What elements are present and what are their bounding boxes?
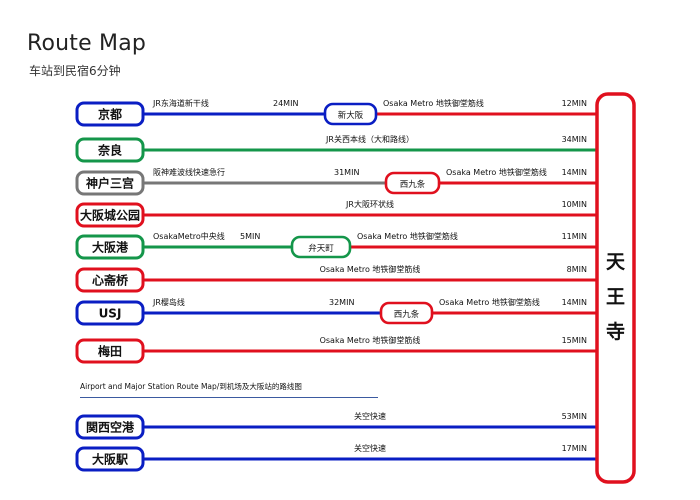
travel-time-label: 14MIN bbox=[562, 168, 587, 177]
line-name-label: Osaka Metro 地铁御堂筋线 bbox=[320, 335, 421, 345]
travel-time-label: 15MIN bbox=[562, 336, 587, 345]
origin-station: 奈良 bbox=[75, 137, 145, 163]
transfer-station-label: 西九条 bbox=[400, 179, 426, 190]
travel-time-label: 53MIN bbox=[562, 412, 587, 421]
origin-station-label: 梅田 bbox=[98, 344, 122, 359]
line-name-label: 关空快速 bbox=[354, 411, 386, 421]
origin-station: 京都 bbox=[75, 101, 145, 127]
transfer-station: 新大阪 bbox=[323, 102, 378, 126]
line-name-label: 阪神难波线快速急行 bbox=[153, 167, 225, 177]
origin-station: USJ bbox=[75, 300, 145, 326]
travel-time-label: 10MIN bbox=[562, 200, 587, 209]
travel-time-label: 12MIN bbox=[562, 99, 587, 108]
transfer-station: 弁天町 bbox=[290, 235, 352, 259]
travel-time-label: 31MIN bbox=[334, 168, 359, 177]
origin-station: 梅田 bbox=[75, 338, 145, 364]
transfer-station-label: 新大阪 bbox=[338, 110, 364, 121]
destination-label-char: 天 bbox=[606, 251, 626, 273]
route-lines bbox=[143, 112, 598, 461]
destination-label-char: 寺 bbox=[606, 321, 625, 343]
transfer-station-label: 西九条 bbox=[394, 309, 420, 320]
travel-time-label: 5MIN bbox=[240, 232, 260, 241]
transfer-station-label: 弁天町 bbox=[308, 243, 334, 254]
line-name-label: 关空快速 bbox=[354, 443, 386, 453]
origin-station-label: 関西空港 bbox=[86, 420, 135, 435]
destination-label-char: 王 bbox=[606, 286, 625, 308]
line-name-label: OsakaMetro中央线 bbox=[153, 231, 225, 241]
line-name-label: Osaka Metro 地铁御堂筋线 bbox=[446, 167, 547, 177]
travel-time-label: 14MIN bbox=[562, 298, 587, 307]
station-boxes: 新大阪京都奈良西九条神户三宫大阪城公园弁天町大阪港心斋桥西九条USJ梅田関西空港… bbox=[75, 92, 636, 484]
line-name-label: Osaka Metro 地铁御堂筋线 bbox=[439, 297, 540, 307]
origin-station-label: 神户三宫 bbox=[86, 176, 134, 191]
origin-station-label: 大阪港 bbox=[92, 240, 129, 255]
origin-station-label: 京都 bbox=[98, 107, 122, 122]
origin-station-label: 心斋桥 bbox=[92, 273, 129, 288]
origin-station-label: 奈良 bbox=[97, 143, 122, 158]
origin-station: 大阪城公园 bbox=[75, 202, 145, 228]
origin-station: 大阪港 bbox=[75, 234, 145, 260]
travel-time-label: 32MIN bbox=[329, 298, 354, 307]
travel-time-label: 24MIN bbox=[273, 99, 298, 108]
route-diagram: JR东海道新干线 24MIN Osaka Metro 地铁御堂筋线 12MIN JR关西… bbox=[75, 92, 636, 484]
line-name-label: Osaka Metro 地铁御堂筋线 bbox=[383, 98, 484, 108]
origin-station: 大阪駅 bbox=[75, 446, 145, 472]
origin-station-label: 大阪駅 bbox=[92, 452, 129, 467]
travel-time-label: 17MIN bbox=[562, 444, 587, 453]
line-name-label: JR樱岛线 bbox=[152, 297, 185, 307]
travel-time-label: 34MIN bbox=[562, 135, 587, 144]
origin-station: 神户三宫 bbox=[75, 170, 145, 196]
line-name-label: Osaka Metro 地铁御堂筋线 bbox=[357, 231, 458, 241]
line-name-label: Osaka Metro 地铁御堂筋线 bbox=[320, 264, 421, 274]
origin-station-label: 大阪城公园 bbox=[80, 208, 140, 223]
destination-station: 天王寺 bbox=[595, 92, 636, 484]
line-name-label: JR大阪环状线 bbox=[345, 199, 394, 209]
transfer-station: 西九条 bbox=[379, 301, 434, 325]
origin-station: 心斋桥 bbox=[75, 267, 145, 293]
travel-time-label: 8MIN bbox=[567, 265, 587, 274]
line-name-label: JR关西本线（大和路线） bbox=[325, 134, 414, 144]
travel-time-label: 11MIN bbox=[562, 232, 587, 241]
line-name-label: JR东海道新干线 bbox=[152, 98, 209, 108]
origin-station: 関西空港 bbox=[75, 414, 145, 440]
origin-station-label: USJ bbox=[99, 307, 122, 321]
transfer-station: 西九条 bbox=[384, 171, 441, 195]
